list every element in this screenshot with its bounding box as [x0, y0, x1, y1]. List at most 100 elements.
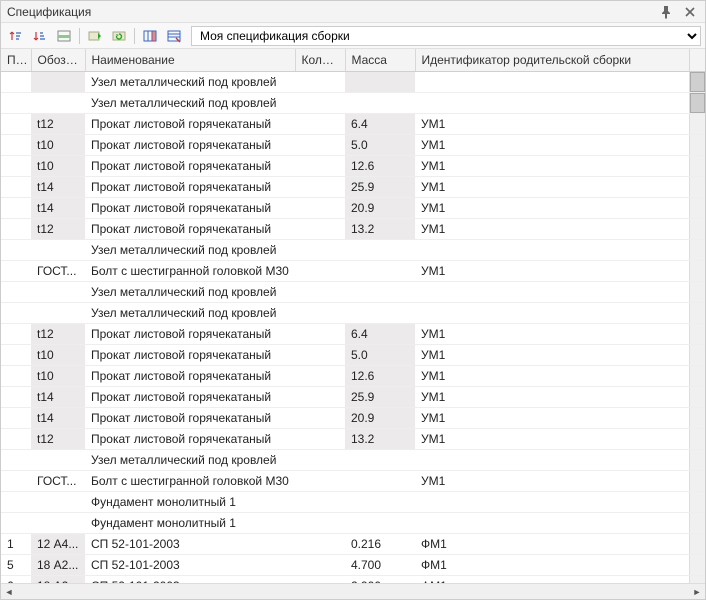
hscroll-track[interactable] [17, 585, 689, 599]
horizontal-scrollbar[interactable]: ◄ ► [1, 583, 705, 599]
cell-oboz[interactable]: ГОСТ... [31, 471, 85, 492]
cell-name[interactable]: Прокат листовой горячекатаный [85, 198, 295, 219]
cell-pos[interactable] [1, 513, 31, 534]
cell-mass[interactable] [345, 240, 415, 261]
cell-id[interactable] [415, 72, 689, 93]
cell-name[interactable]: Прокат листовой горячекатаный [85, 114, 295, 135]
cell-mass[interactable] [345, 450, 415, 471]
cell-pos[interactable] [1, 93, 31, 114]
cell-id[interactable] [415, 93, 689, 114]
table-row[interactable]: t10Прокат листовой горячекатаный12.6УМ1 [1, 366, 705, 387]
cell-mass[interactable] [345, 93, 415, 114]
cell-id[interactable]: УМ1 [415, 387, 689, 408]
table-row[interactable]: Фундамент монолитный 1 [1, 492, 705, 513]
cell-pos[interactable] [1, 408, 31, 429]
insert-row-button[interactable] [53, 26, 75, 46]
table-row[interactable]: t14Прокат листовой горячекатаный25.9УМ1 [1, 387, 705, 408]
vscroll-gutter[interactable] [689, 72, 705, 93]
cell-name[interactable]: Болт с шестигранной головкой М30 [85, 261, 295, 282]
pin-icon[interactable] [657, 5, 675, 19]
cell-oboz[interactable]: t10 [31, 135, 85, 156]
cell-mass[interactable]: 4.700 [345, 555, 415, 576]
table-row[interactable]: t12Прокат листовой горячекатаный13.2УМ1 [1, 429, 705, 450]
table-row[interactable]: Узел металлический под кровлей [1, 93, 705, 114]
cell-pos[interactable]: 6 [1, 576, 31, 584]
cell-mass[interactable] [345, 492, 415, 513]
cell-id[interactable]: ФМ1 [415, 555, 689, 576]
cell-oboz[interactable]: t10 [31, 156, 85, 177]
cell-pos[interactable] [1, 303, 31, 324]
cell-name[interactable]: СП 52-101-2003 [85, 555, 295, 576]
table-row[interactable]: ГОСТ...Болт с шестигранной головкой М30У… [1, 471, 705, 492]
cell-name[interactable]: СП 52-101-2003 [85, 534, 295, 555]
cell-pos[interactable] [1, 135, 31, 156]
cell-oboz[interactable] [31, 492, 85, 513]
table-row[interactable]: 112 А4...СП 52-101-20030.216ФМ1 [1, 534, 705, 555]
cell-qty[interactable] [295, 93, 345, 114]
cell-id[interactable] [415, 513, 689, 534]
cell-qty[interactable] [295, 219, 345, 240]
cell-pos[interactable]: 5 [1, 555, 31, 576]
cell-oboz[interactable]: 18 А2... [31, 576, 85, 584]
col-header-pos[interactable]: Поз... [1, 49, 31, 72]
cell-id[interactable]: УМ1 [415, 114, 689, 135]
col-header-qty[interactable]: Колич... [295, 49, 345, 72]
cell-qty[interactable] [295, 345, 345, 366]
cell-pos[interactable] [1, 471, 31, 492]
cell-id[interactable] [415, 282, 689, 303]
cell-oboz[interactable]: t12 [31, 429, 85, 450]
cell-name[interactable]: Прокат листовой горячекатаный [85, 408, 295, 429]
table-row[interactable]: Узел металлический под кровлей [1, 72, 705, 93]
cell-mass[interactable] [345, 471, 415, 492]
cell-name[interactable]: Прокат листовой горячекатаный [85, 177, 295, 198]
vscroll-thumb[interactable] [690, 93, 706, 113]
cell-oboz[interactable]: t10 [31, 366, 85, 387]
cell-pos[interactable] [1, 72, 31, 93]
cell-id[interactable]: УМ1 [415, 471, 689, 492]
cell-qty[interactable] [295, 576, 345, 584]
scroll-right-icon[interactable]: ► [689, 585, 705, 599]
cell-name[interactable]: Узел металлический под кровлей [85, 450, 295, 471]
cell-id[interactable] [415, 240, 689, 261]
cell-qty[interactable] [295, 555, 345, 576]
cell-id[interactable]: УМ1 [415, 177, 689, 198]
cell-mass[interactable]: 5.0 [345, 345, 415, 366]
table-row[interactable]: 518 А2...СП 52-101-20034.700ФМ1 [1, 555, 705, 576]
cell-name[interactable]: СП 52-101-2003 [85, 576, 295, 584]
cell-oboz[interactable]: t14 [31, 387, 85, 408]
cell-name[interactable]: Прокат листовой горячекатаный [85, 324, 295, 345]
sort-asc-button[interactable] [5, 26, 27, 46]
cell-oboz[interactable]: 12 А4... [31, 534, 85, 555]
cell-oboz[interactable]: t14 [31, 408, 85, 429]
cell-pos[interactable]: 1 [1, 534, 31, 555]
cell-mass[interactable] [345, 303, 415, 324]
cell-name[interactable]: Прокат листовой горячекатаный [85, 387, 295, 408]
cell-oboz[interactable]: t14 [31, 177, 85, 198]
cell-id[interactable] [415, 450, 689, 471]
cell-oboz[interactable]: ГОСТ... [31, 261, 85, 282]
table-row[interactable]: t12Прокат листовой горячекатаный13.2УМ1 [1, 219, 705, 240]
cell-qty[interactable] [295, 366, 345, 387]
cell-mass[interactable] [345, 72, 415, 93]
cell-pos[interactable] [1, 114, 31, 135]
cell-mass[interactable]: 25.9 [345, 177, 415, 198]
cell-pos[interactable] [1, 366, 31, 387]
table-row[interactable]: t12Прокат листовой горячекатаный6.4УМ1 [1, 324, 705, 345]
cell-pos[interactable] [1, 429, 31, 450]
cell-id[interactable] [415, 492, 689, 513]
cell-qty[interactable] [295, 324, 345, 345]
col-header-id[interactable]: Идентификатор родительской сборки [415, 49, 689, 72]
cell-mass[interactable]: 20.9 [345, 408, 415, 429]
cell-name[interactable]: Прокат листовой горячекатаный [85, 135, 295, 156]
table-row[interactable]: t10Прокат листовой горячекатаный12.6УМ1 [1, 156, 705, 177]
cell-qty[interactable] [295, 471, 345, 492]
columns-button[interactable] [139, 26, 161, 46]
cell-mass[interactable]: 20.9 [345, 198, 415, 219]
cell-pos[interactable] [1, 240, 31, 261]
cell-id[interactable]: ФМ1 [415, 534, 689, 555]
cell-id[interactable]: УМ1 [415, 366, 689, 387]
cell-name[interactable]: Прокат листовой горячекатаный [85, 219, 295, 240]
cell-name[interactable]: Прокат листовой горячекатаный [85, 345, 295, 366]
col-header-oboz[interactable]: Обозна... [31, 49, 85, 72]
cell-mass[interactable]: 13.2 [345, 429, 415, 450]
